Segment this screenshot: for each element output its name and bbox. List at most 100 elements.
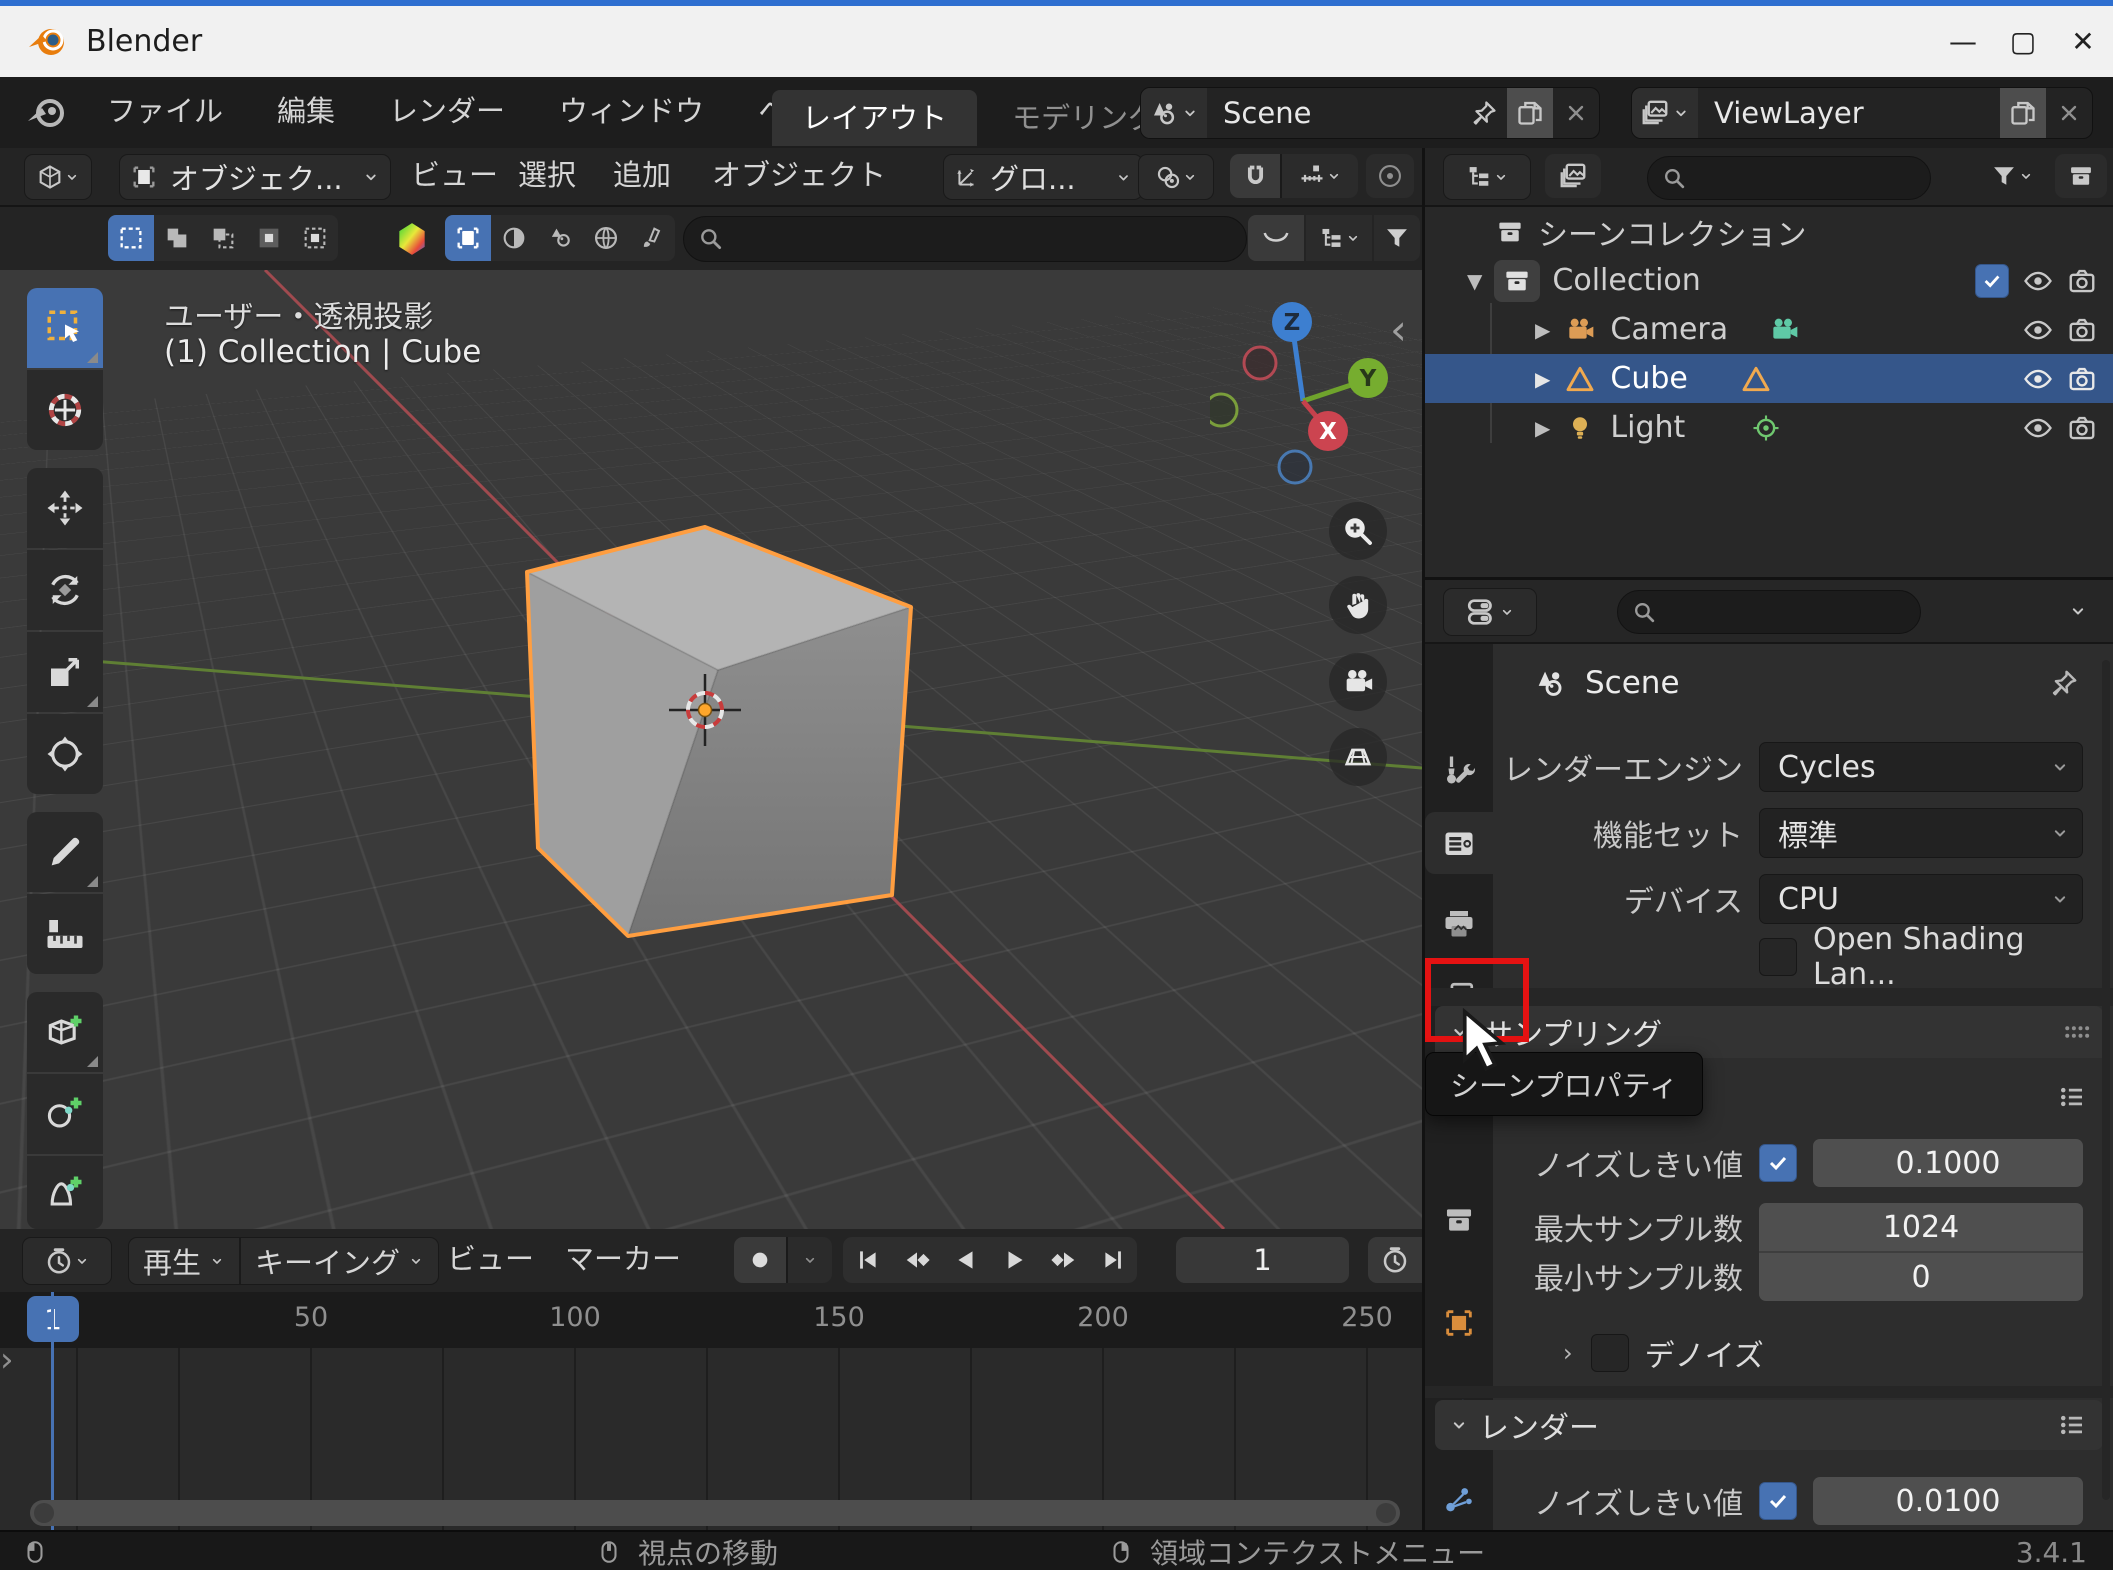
pan-button[interactable] xyxy=(1329,576,1387,634)
select-mode-extend[interactable] xyxy=(154,215,200,261)
render-visibility-toggle[interactable] xyxy=(2067,364,2097,394)
ortho-toggle-button[interactable] xyxy=(1329,728,1387,786)
disclosure-triangle[interactable]: ▼ xyxy=(1467,269,1482,293)
blender-menu-icon[interactable] xyxy=(24,91,70,133)
jump-to-start-button[interactable] xyxy=(843,1237,892,1283)
noise-threshold-checkbox[interactable] xyxy=(1759,1144,1797,1182)
timeline-editor-type-button[interactable] xyxy=(22,1237,112,1285)
hide-eye-toggle[interactable] xyxy=(2023,315,2053,345)
outliner-row-scene-collection[interactable]: シーンコレクション xyxy=(1425,207,2113,256)
hide-eye-toggle[interactable] xyxy=(2023,266,2053,296)
outliner-search-input[interactable] xyxy=(1647,156,1931,200)
outliner-filter-dropdown[interactable] xyxy=(1977,154,2047,198)
tab-tool[interactable] xyxy=(1425,739,1493,801)
list-icon[interactable] xyxy=(2057,1410,2087,1440)
viewlayer-new-button[interactable] xyxy=(2000,88,2046,138)
timeline-ruler[interactable]: 1 50 100 150 200 250 xyxy=(0,1292,1422,1348)
menu-window[interactable]: ウィンドウ xyxy=(532,77,731,146)
camera-view-button[interactable] xyxy=(1329,653,1387,711)
properties-scrollbar[interactable] xyxy=(2102,660,2110,1500)
new-collection-button[interactable] xyxy=(2055,154,2107,198)
viewport-canvas[interactable]: ユーザー・透視投影 (1) Collection | Cube Z Y X ‹ xyxy=(0,270,1422,1229)
tool-annotate[interactable] xyxy=(27,812,103,892)
outliner-row-cube[interactable]: ▶ Cube xyxy=(1425,354,2113,403)
render-visibility-toggle[interactable] xyxy=(2067,266,2097,296)
tool-scale[interactable] xyxy=(27,632,103,712)
display-mode-dropdown[interactable] xyxy=(1306,215,1372,261)
viewlayer-remove-button[interactable] xyxy=(2046,88,2092,138)
tool-add-primitive[interactable] xyxy=(27,1156,103,1229)
falloff-curve-button[interactable] xyxy=(1248,215,1304,261)
material-preview-icon[interactable] xyxy=(393,220,431,258)
render-noise-threshold-checkbox[interactable] xyxy=(1759,1482,1797,1520)
use-preview-range-button[interactable] xyxy=(1368,1237,1422,1283)
outliner-row-camera[interactable]: ▶ Camera xyxy=(1425,305,2113,354)
tool-cursor[interactable] xyxy=(27,370,103,450)
scene-browse-button[interactable] xyxy=(1141,88,1207,138)
properties-options-dropdown[interactable] xyxy=(2053,590,2103,632)
hide-eye-toggle[interactable] xyxy=(2023,413,2053,443)
tool-add-cube[interactable] xyxy=(27,992,103,1072)
shading-preview[interactable] xyxy=(537,215,583,261)
timeline-menu-view[interactable]: ビュー xyxy=(447,1229,534,1290)
shading-solid[interactable] xyxy=(445,215,491,261)
prev-keyframe-button[interactable] xyxy=(892,1237,941,1283)
mode-selector[interactable]: オブジェク... xyxy=(119,154,391,200)
collection-checkbox[interactable] xyxy=(1975,263,2009,298)
tool-move[interactable] xyxy=(27,468,103,548)
titlebar[interactable]: Blender — ▢ ✕ xyxy=(0,6,2113,77)
current-frame-field[interactable]: 1 xyxy=(1176,1237,1349,1283)
snap-settings-dropdown[interactable] xyxy=(1280,154,1358,198)
viewlayer-name[interactable]: ViewLayer xyxy=(1698,96,2000,130)
scene-pin-button[interactable] xyxy=(1461,88,1507,138)
menu-edit[interactable]: 編集 xyxy=(250,77,362,146)
viewport-menu-select[interactable]: 選択 xyxy=(518,148,576,203)
close-button[interactable]: ✕ xyxy=(2053,14,2113,70)
render-visibility-toggle[interactable] xyxy=(2067,413,2097,443)
snap-toggle[interactable] xyxy=(1230,154,1280,198)
select-mode-intersect[interactable] xyxy=(292,215,338,261)
play-reverse-button[interactable] xyxy=(941,1237,990,1283)
disclosure-triangle[interactable]: ▶ xyxy=(1535,416,1550,440)
timeline-menu-marker[interactable]: マーカー xyxy=(565,1229,681,1290)
noise-threshold-field[interactable]: 0.1000 xyxy=(1813,1139,2083,1187)
pin-icon[interactable] xyxy=(2049,668,2079,698)
menu-file[interactable]: ファイル xyxy=(80,77,250,146)
select-mode-new[interactable] xyxy=(108,215,154,261)
device-dropdown[interactable]: CPU xyxy=(1759,874,2083,924)
filter-button[interactable] xyxy=(1374,215,1420,261)
play-button[interactable] xyxy=(990,1237,1039,1283)
scene-new-button[interactable] xyxy=(1507,88,1553,138)
shading-texture-paint[interactable] xyxy=(629,215,675,261)
next-keyframe-button[interactable] xyxy=(1039,1237,1088,1283)
minimize-button[interactable]: — xyxy=(1933,14,1993,70)
render-engine-dropdown[interactable]: Cycles xyxy=(1759,742,2083,792)
list-icon[interactable] xyxy=(2057,1082,2087,1112)
outliner-library-button[interactable] xyxy=(1545,154,1601,198)
timeline-scrollbar[interactable] xyxy=(30,1500,1400,1526)
sampling-section-header[interactable]: サンプリング xyxy=(1435,1006,2103,1058)
disclosure-triangle[interactable]: ▶ xyxy=(1535,367,1550,391)
playhead[interactable] xyxy=(51,1292,54,1530)
min-samples-field[interactable]: 0 xyxy=(1759,1251,2083,1301)
denoise-checkbox[interactable] xyxy=(1590,1334,1629,1372)
tab-collection[interactable] xyxy=(1425,1189,1493,1251)
tool-extrude[interactable] xyxy=(27,1074,103,1154)
expand-chevron[interactable]: › xyxy=(1563,1339,1573,1367)
tool-select-box[interactable] xyxy=(27,288,103,368)
tool-transform[interactable] xyxy=(27,714,103,794)
viewlayer-browse-button[interactable] xyxy=(1632,88,1698,138)
scene-name[interactable]: Scene xyxy=(1207,96,1461,130)
shading-rendered[interactable] xyxy=(583,215,629,261)
max-samples-field[interactable]: 1024 xyxy=(1759,1203,2083,1251)
proportional-editing-toggle[interactable] xyxy=(1366,154,1414,198)
scene-unlink-button[interactable] xyxy=(1553,88,1599,138)
outliner-row-light[interactable]: ▶ Light xyxy=(1425,403,2113,452)
feature-set-dropdown[interactable]: 標準 xyxy=(1759,808,2083,858)
render-noise-threshold-field[interactable]: 0.0100 xyxy=(1813,1477,2083,1525)
disclosure-triangle[interactable]: ▶ xyxy=(1535,318,1550,342)
record-button[interactable] xyxy=(734,1237,786,1283)
tab-output[interactable] xyxy=(1425,892,1493,954)
timeline-menu-keying[interactable]: キーイング xyxy=(241,1238,438,1284)
render-subpanel-header[interactable]: レンダー xyxy=(1435,1400,2103,1450)
